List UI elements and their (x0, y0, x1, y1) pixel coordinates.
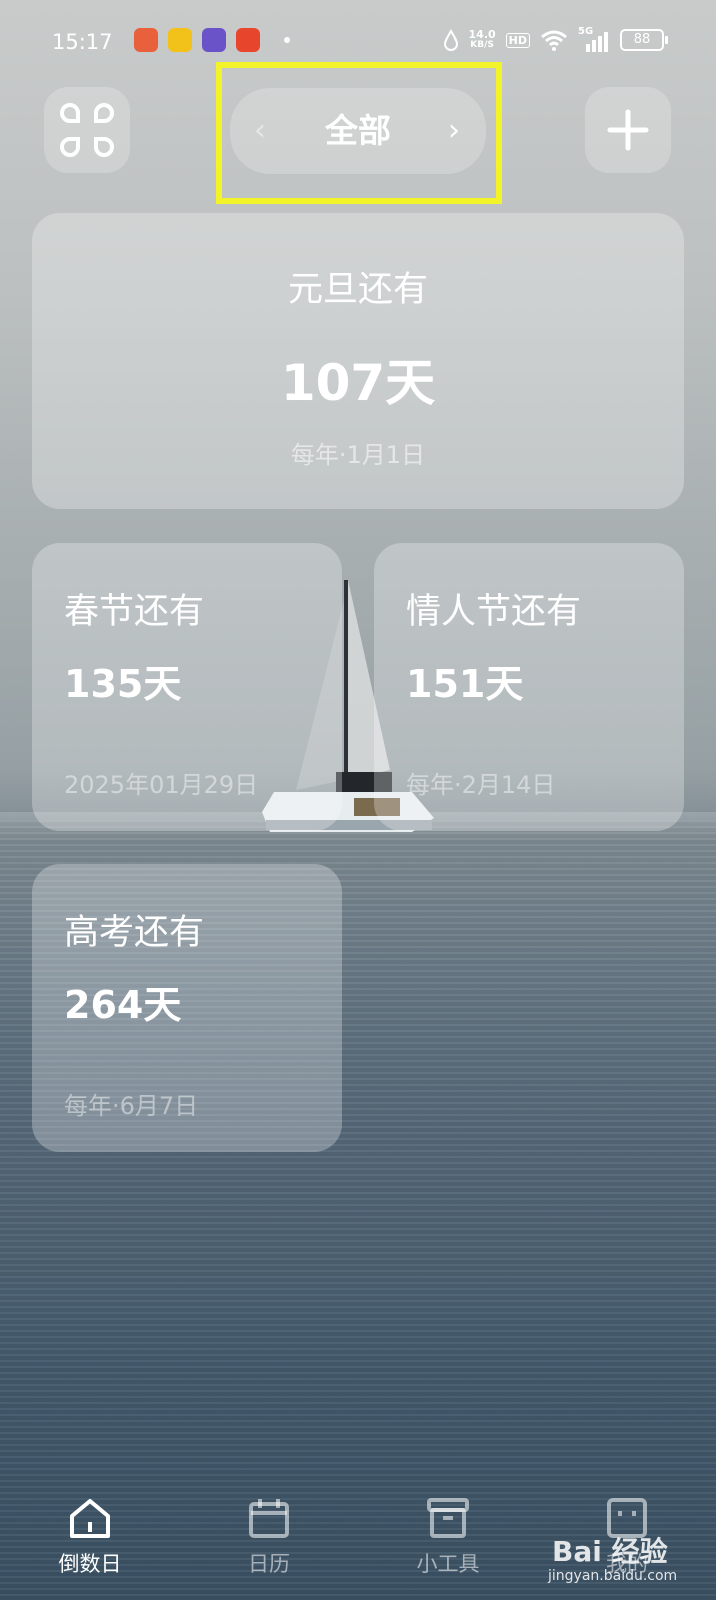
nav-countdown[interactable]: 倒数日 (20, 1496, 160, 1578)
data-saver-icon (443, 29, 458, 51)
nav-calendar[interactable]: 日历 (199, 1496, 339, 1578)
browser-app-icon (202, 28, 226, 52)
card-days: 151天 (406, 662, 524, 706)
nav-label: 倒数日 (58, 1552, 122, 1576)
wifi-icon (541, 30, 567, 51)
card-title: 春节还有 (64, 592, 205, 632)
cell-signal: 5G (578, 26, 610, 52)
plus-icon (607, 109, 649, 151)
highlight-annotation (216, 62, 502, 204)
countdown-card-new-year[interactable]: 元旦还有 107天 每年·1月1日 (32, 213, 684, 509)
shop-app-icon (236, 28, 260, 52)
home-icon (70, 1499, 110, 1538)
card-days: 135天 (64, 662, 182, 706)
category-menu-button[interactable] (44, 87, 130, 173)
grid-menu-icon (60, 103, 114, 157)
card-date: 每年·1月1日 (290, 441, 426, 469)
battery-indicator: 88 (620, 29, 668, 51)
add-button[interactable] (585, 87, 671, 173)
net-speed-unit: KB/S (470, 40, 494, 50)
nav-tools[interactable]: 小工具 (378, 1496, 518, 1578)
more-notifications-dot (284, 37, 290, 43)
game-app-icon (134, 28, 158, 52)
watermark-logo-text: Bai 经验 (552, 1535, 668, 1568)
system-indicators: 14.0 KB/S HD 5G 88 (443, 26, 668, 52)
notification-icons (134, 28, 290, 52)
nav-label: 日历 (248, 1552, 290, 1576)
watermark-url: jingyan.baidu.com (548, 1568, 678, 1584)
status-time: 15:17 (52, 30, 113, 54)
net-speed-value: 14.0 (468, 28, 496, 41)
card-date: 每年·6月7日 (64, 1092, 199, 1120)
hd-badge: HD (505, 32, 530, 48)
countdown-card-gaokao[interactable]: 高考还有 264天 每年·6月7日 (32, 864, 342, 1152)
net-speed: 14.0 KB/S (469, 29, 496, 51)
card-title: 情人节还有 (406, 592, 582, 632)
signal-bars-icon (586, 32, 608, 52)
countdown-card-valentine[interactable]: 情人节还有 151天 每年·2月14日 (374, 543, 684, 831)
card-title: 元旦还有 (287, 270, 428, 310)
calendar-icon (249, 1499, 289, 1538)
countdown-card-spring-festival[interactable]: 春节还有 135天 2025年01月29日 (32, 543, 342, 831)
card-days: 264天 (64, 983, 182, 1027)
card-days: 107天 (280, 354, 436, 412)
baidu-jingyan-watermark: Bai 经验 jingyan.baidu.com (548, 1510, 716, 1590)
toolbox-icon (427, 1498, 469, 1538)
nav-label: 小工具 (416, 1552, 480, 1576)
card-date: 2025年01月29日 (64, 771, 259, 799)
status-bar: 15:17 14.0 KB/S HD 5G 88 (0, 24, 716, 60)
card-date: 每年·2月14日 (406, 771, 556, 799)
cat-app-icon (168, 28, 192, 52)
card-title: 高考还有 (64, 913, 205, 953)
